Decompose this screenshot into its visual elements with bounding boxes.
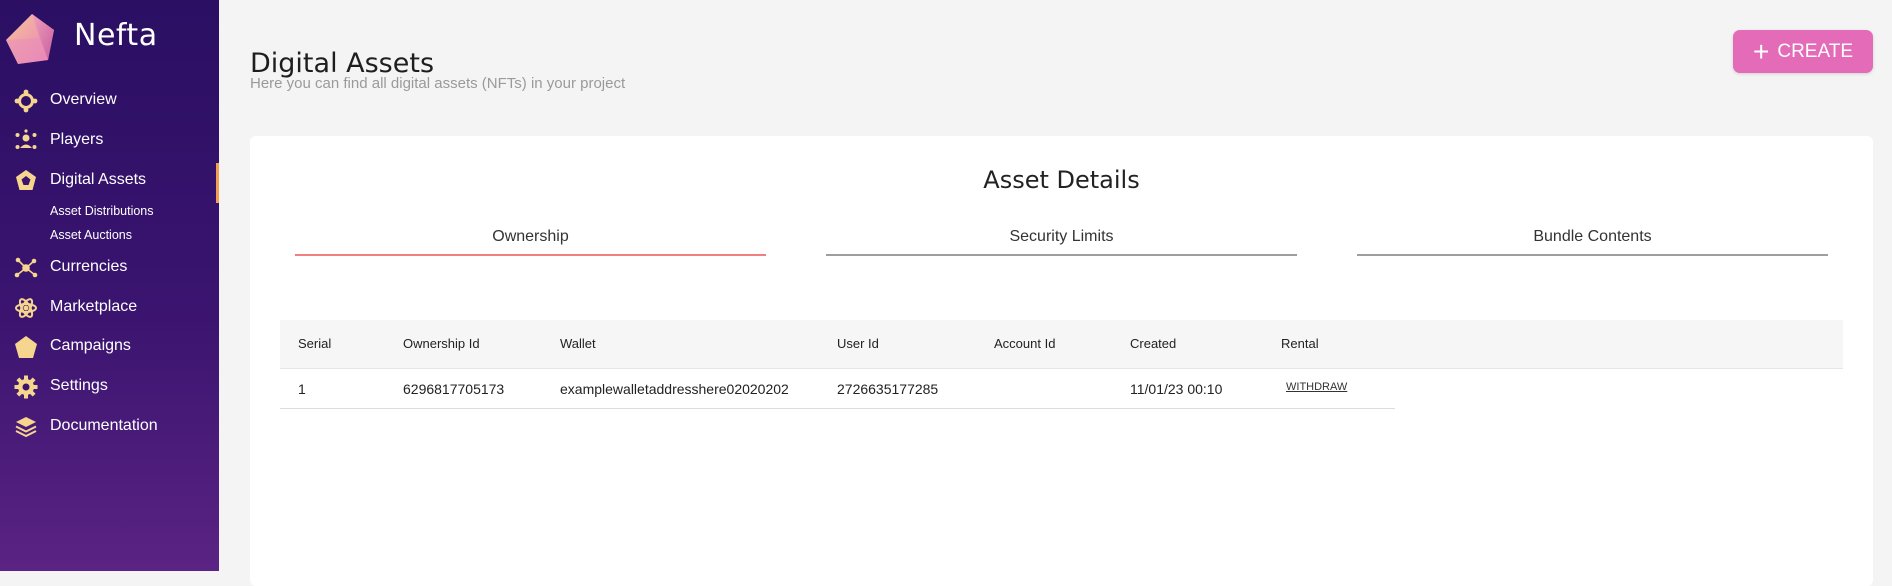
tab-label: Bundle Contents — [1533, 228, 1652, 245]
sidebar-item-players[interactable]: Players — [0, 123, 219, 157]
settings-icon — [14, 375, 38, 399]
overview-icon — [14, 89, 38, 113]
cell-serial: 1 — [298, 381, 306, 397]
sidebar-item-label: Currencies — [50, 258, 128, 275]
cell-user-id: 2726635177285 — [837, 381, 939, 397]
column-header-user-id[interactable]: User Id — [837, 336, 879, 351]
tab-label: Security Limits — [1009, 228, 1114, 245]
sidebar-item-digital-assets[interactable]: Digital Assets — [0, 163, 219, 203]
sidebar-item-campaigns[interactable]: Campaigns — [0, 329, 219, 363]
sidebar-subitem-asset-auctions[interactable]: Asset Auctions — [50, 228, 132, 242]
marketplace-icon — [15, 298, 37, 318]
sidebar-item-label: Documentation — [50, 417, 158, 434]
column-header-account-id[interactable]: Account Id — [994, 336, 1055, 351]
campaigns-icon — [15, 336, 37, 358]
tab-underline — [295, 254, 766, 256]
tab-underline — [826, 254, 1297, 256]
sidebar-item-label: Players — [50, 131, 104, 148]
players-icon — [15, 129, 37, 149]
column-header-created[interactable]: Created — [1130, 336, 1176, 351]
tab-bundle-contents[interactable]: Bundle Contents — [1357, 226, 1828, 256]
tab-underline — [1357, 254, 1828, 256]
nefta-logo-icon — [6, 14, 54, 64]
brand-name: Nefta — [74, 18, 158, 53]
currencies-icon — [14, 257, 38, 278]
table-row[interactable]: 1 6296817705173 examplewalletaddresshere… — [280, 369, 1395, 409]
plus-icon: + — [1752, 35, 1770, 67]
sidebar-subitem-asset-distributions[interactable]: Asset Distributions — [50, 204, 154, 218]
sidebar-item-label: Overview — [50, 91, 117, 108]
digital-assets-icon — [16, 170, 36, 190]
tab-ownership[interactable]: Ownership — [295, 226, 766, 256]
page-subtitle: Here you can find all digital assets (NF… — [250, 75, 626, 92]
sidebar-item-overview[interactable]: Overview — [0, 83, 219, 117]
sidebar-item-label: Digital Assets — [50, 171, 147, 188]
documentation-icon — [15, 417, 37, 438]
brand[interactable]: Nefta — [0, 0, 219, 70]
sidebar-item-label: Campaigns — [50, 337, 131, 354]
sidebar-item-settings[interactable]: Settings — [0, 369, 219, 403]
sidebar: Nefta Overview Players Digital Assets As… — [0, 0, 219, 571]
cell-ownership-id: 6296817705173 — [403, 381, 505, 397]
sidebar-item-currencies[interactable]: Currencies — [0, 250, 219, 284]
create-button-label: CREATE — [1777, 40, 1854, 62]
sidebar-item-label: Marketplace — [50, 298, 138, 315]
sidebar-item-label: Settings — [50, 377, 108, 394]
asset-details-card: Asset Details Ownership Security Limits … — [250, 136, 1873, 586]
column-header-serial[interactable]: Serial — [298, 336, 331, 351]
sidebar-item-marketplace[interactable]: Marketplace — [0, 290, 219, 324]
sidebar-item-documentation[interactable]: Documentation — [0, 409, 219, 443]
withdraw-link[interactable]: WITHDRAW — [1286, 381, 1347, 393]
card-title: Asset Details — [983, 166, 1140, 194]
column-header-wallet[interactable]: Wallet — [560, 336, 596, 351]
cell-created: 11/01/23 00:10 — [1130, 381, 1223, 397]
table-header: Serial Ownership Id Wallet User Id Accou… — [280, 320, 1843, 369]
tab-security-limits[interactable]: Security Limits — [826, 226, 1297, 256]
create-button[interactable]: + CREATE — [1733, 30, 1873, 73]
column-header-rental[interactable]: Rental — [1281, 336, 1319, 351]
column-header-ownership-id[interactable]: Ownership Id — [403, 336, 480, 351]
cell-wallet: examplewalletaddresshere02020202 — [560, 381, 789, 397]
tab-label: Ownership — [492, 228, 569, 245]
